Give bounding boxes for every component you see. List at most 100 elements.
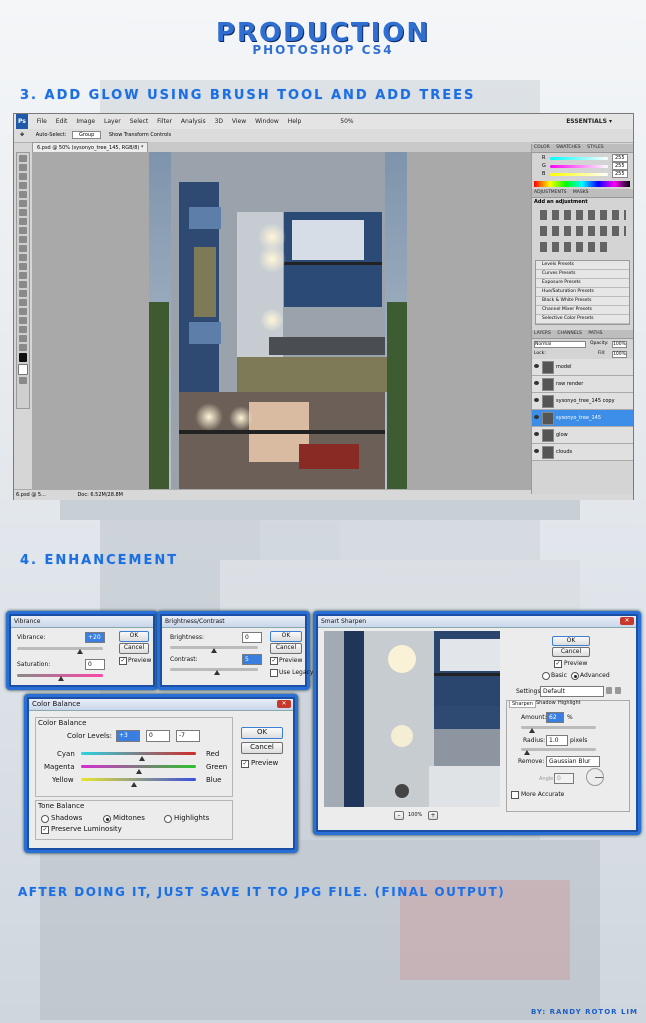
- status-doc-size[interactable]: Doc: 6.52M/28.8M: [77, 492, 123, 498]
- menu-layer[interactable]: Layer: [104, 118, 121, 125]
- settings-dropdown[interactable]: Default: [540, 686, 604, 697]
- cancel-button[interactable]: Cancel: [119, 643, 149, 654]
- vibrance-field[interactable]: +20: [85, 632, 105, 643]
- layer-row-selected[interactable]: sysonyo_tree_145: [532, 410, 633, 427]
- ok-button[interactable]: OK: [119, 631, 149, 642]
- r-value[interactable]: 255: [612, 154, 628, 162]
- cancel-button[interactable]: Cancel: [241, 742, 283, 754]
- marquee-tool[interactable]: [19, 164, 27, 171]
- tab-styles[interactable]: STYLES: [587, 145, 604, 150]
- adjustment-icons-row-1[interactable]: [540, 210, 626, 220]
- path-select-tool[interactable]: [19, 299, 27, 306]
- advanced-radio[interactable]: [571, 672, 579, 680]
- adjustment-icons-row-2[interactable]: [540, 226, 626, 236]
- brightness-slider-knob[interactable]: [211, 648, 217, 653]
- layer-row[interactable]: raw render: [532, 376, 633, 393]
- eraser-tool[interactable]: [19, 245, 27, 252]
- layer-row[interactable]: glow: [532, 427, 633, 444]
- pen-tool[interactable]: [19, 281, 27, 288]
- zoom-level[interactable]: 50%: [340, 118, 353, 125]
- yellow-blue-level-field[interactable]: -7: [176, 730, 200, 742]
- tab-swatches[interactable]: SWATCHES: [556, 145, 581, 150]
- amount-slider-knob[interactable]: [529, 728, 535, 733]
- eye-icon[interactable]: [534, 364, 539, 368]
- preset-item[interactable]: Hue/Saturation Presets: [536, 288, 629, 297]
- magenta-green-level-field[interactable]: 0: [146, 730, 170, 742]
- dodge-tool[interactable]: [19, 272, 27, 279]
- menu-select[interactable]: Select: [130, 118, 149, 125]
- workspace-switcher[interactable]: ESSENTIALS ▾: [566, 114, 612, 129]
- zoom-out-button[interactable]: –: [394, 811, 404, 820]
- menu-view[interactable]: View: [232, 118, 246, 125]
- auto-select-checkbox[interactable]: Auto-Select:: [36, 132, 67, 138]
- sharpen-preview-image[interactable]: [324, 631, 500, 807]
- tab-shadow[interactable]: Shadow: [534, 700, 558, 706]
- g-value[interactable]: 255: [612, 162, 628, 170]
- color-spectrum[interactable]: [534, 181, 630, 187]
- preset-item[interactable]: Black & White Presets: [536, 297, 629, 306]
- tab-adjustments[interactable]: ADJUSTMENTS: [534, 190, 566, 195]
- menu-file[interactable]: File: [37, 118, 47, 125]
- eyedropper-tool[interactable]: [19, 200, 27, 207]
- opacity-field[interactable]: 100%: [612, 341, 627, 348]
- b-slider[interactable]: [550, 173, 608, 176]
- radius-slider-knob[interactable]: [524, 750, 530, 755]
- menu-window[interactable]: Window: [255, 118, 279, 125]
- contrast-slider-knob[interactable]: [214, 670, 220, 675]
- quick-select-tool[interactable]: [19, 182, 27, 189]
- basic-radio[interactable]: [542, 672, 550, 680]
- shape-tool[interactable]: [19, 308, 27, 315]
- move-tool[interactable]: [19, 155, 27, 162]
- brush-tool[interactable]: [19, 218, 27, 225]
- stamp-tool[interactable]: [19, 227, 27, 234]
- healing-tool[interactable]: [19, 209, 27, 216]
- preset-item[interactable]: Curves Presets: [536, 270, 629, 279]
- close-icon[interactable]: ✕: [277, 700, 291, 708]
- remove-dropdown[interactable]: Gaussian Blur: [546, 756, 600, 767]
- eye-icon[interactable]: [534, 432, 539, 436]
- cyan-red-slider-knob[interactable]: [138, 756, 145, 761]
- tab-paths[interactable]: PATHS: [588, 331, 602, 336]
- saturation-slider-knob[interactable]: [58, 676, 64, 681]
- menu-edit[interactable]: Edit: [56, 118, 68, 125]
- vibrance-slider[interactable]: [17, 647, 103, 650]
- tab-color[interactable]: COLOR: [534, 145, 550, 150]
- save-settings-icon[interactable]: [606, 687, 612, 694]
- quick-mask-button[interactable]: [19, 377, 27, 384]
- midtones-radio[interactable]: [103, 815, 111, 823]
- preserve-luminosity-checkbox[interactable]: ✓: [41, 826, 49, 834]
- blend-mode-dropdown[interactable]: Normal: [534, 341, 586, 348]
- layer-row[interactable]: model: [532, 359, 633, 376]
- crop-tool[interactable]: [19, 191, 27, 198]
- preview-checkbox[interactable]: ✓: [119, 657, 127, 665]
- yellow-blue-slider-knob[interactable]: [130, 782, 137, 787]
- radius-slider[interactable]: [521, 748, 596, 751]
- move-tool-icon[interactable]: ✥: [20, 132, 24, 138]
- shadows-radio[interactable]: [41, 815, 49, 823]
- preset-item[interactable]: Channel Mixer Presets: [536, 306, 629, 315]
- preview-checkbox[interactable]: ✓: [270, 657, 278, 665]
- tab-channels[interactable]: CHANNELS: [557, 331, 582, 336]
- 3d-orbit-tool[interactable]: [19, 326, 27, 333]
- blur-tool[interactable]: [19, 263, 27, 270]
- preview-checkbox[interactable]: ✓: [554, 660, 562, 668]
- r-slider[interactable]: [550, 157, 608, 160]
- cyan-red-level-field[interactable]: +3: [116, 730, 140, 742]
- cancel-button[interactable]: Cancel: [552, 647, 590, 657]
- menu-image[interactable]: Image: [76, 118, 95, 125]
- show-transform-checkbox[interactable]: Show Transform Controls: [109, 132, 171, 138]
- type-tool[interactable]: [19, 290, 27, 297]
- cancel-button[interactable]: Cancel: [270, 643, 302, 654]
- use-legacy-checkbox[interactable]: [270, 669, 278, 677]
- cyan-red-slider[interactable]: [81, 752, 196, 755]
- tab-highlight[interactable]: Highlight: [556, 700, 583, 706]
- tab-masks[interactable]: MASKS: [573, 190, 589, 195]
- magenta-green-slider[interactable]: [81, 765, 196, 768]
- zoom-in-button[interactable]: +: [428, 811, 438, 820]
- close-icon[interactable]: ✕: [620, 617, 634, 625]
- adjustment-icons-row-3[interactable]: [540, 242, 610, 252]
- ok-button[interactable]: OK: [241, 727, 283, 739]
- preset-item[interactable]: Exposure Presets: [536, 279, 629, 288]
- zoom-tool[interactable]: [19, 344, 27, 351]
- contrast-field[interactable]: 5: [242, 654, 262, 665]
